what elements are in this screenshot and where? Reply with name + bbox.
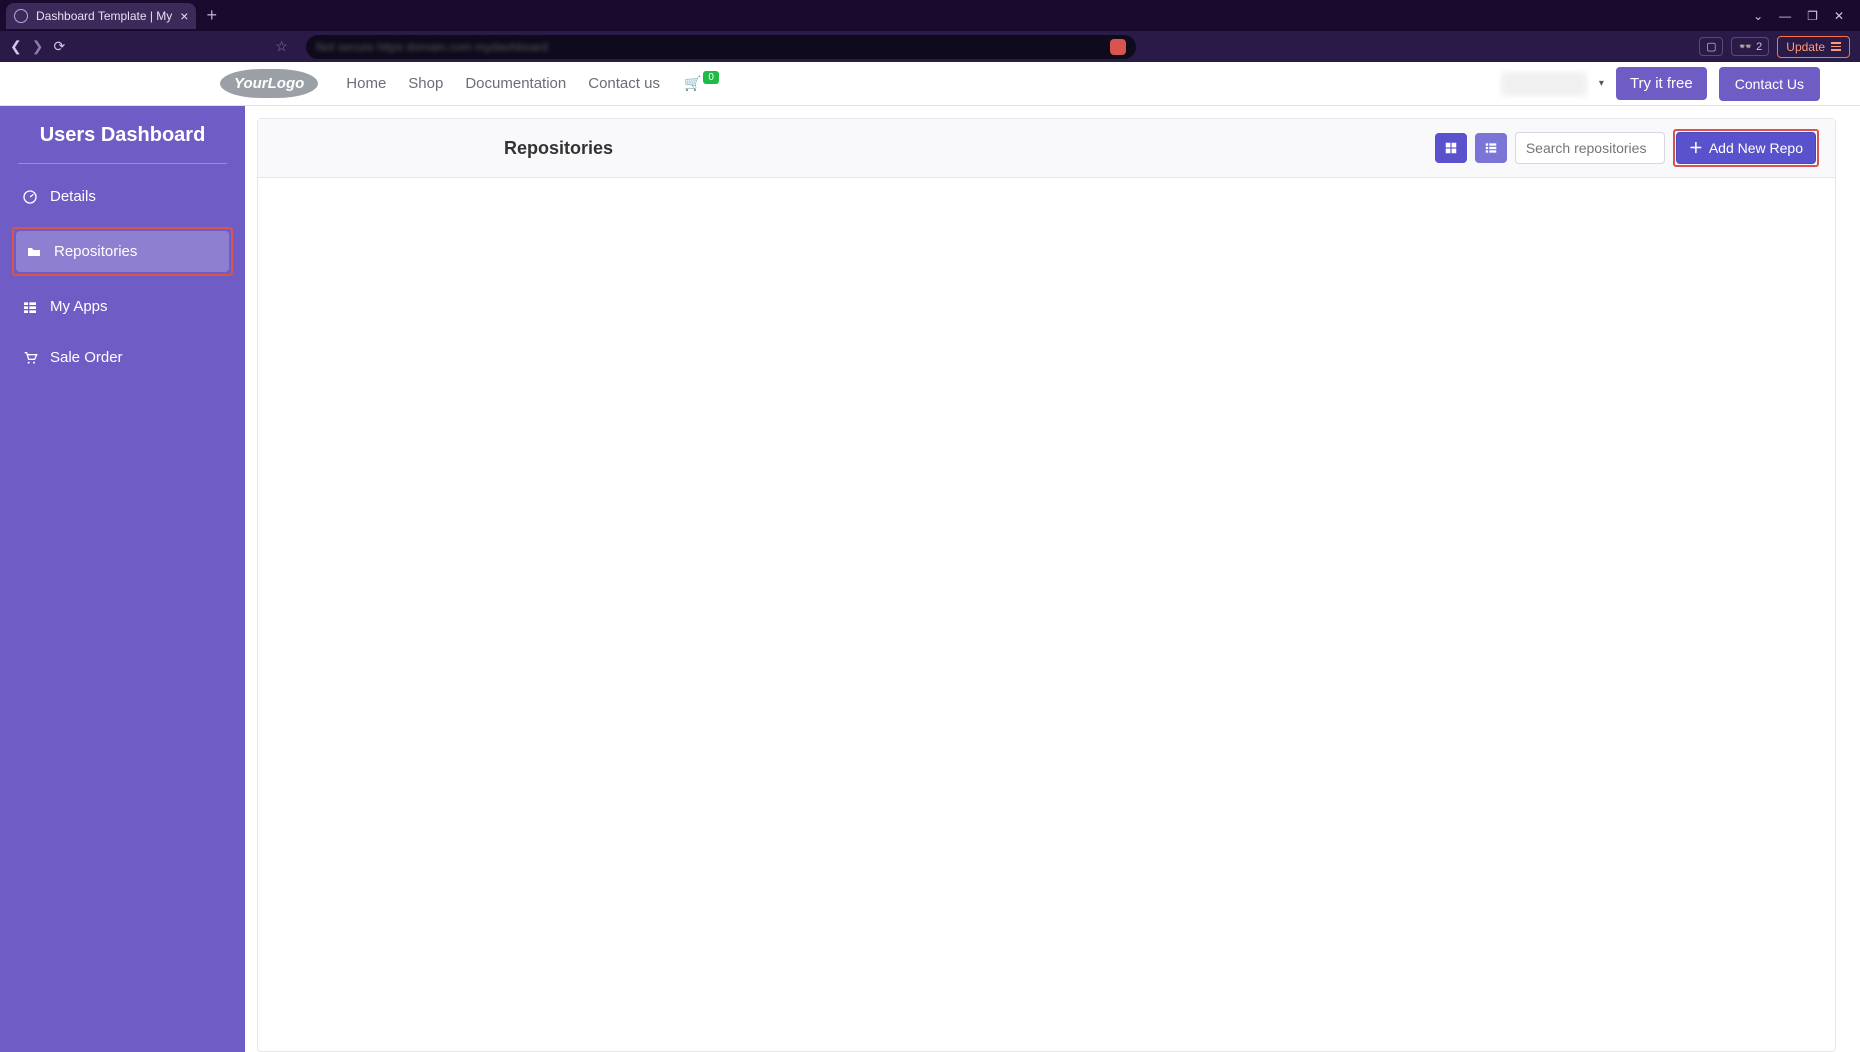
try-it-free-button[interactable]: Try it free [1616, 67, 1707, 100]
reload-button[interactable]: ⟳ [53, 38, 65, 55]
dashboard-icon [22, 189, 38, 205]
url-text: Not secure https domain.com mydashboard [316, 40, 548, 54]
cart-button[interactable]: 🛒 0 [684, 75, 719, 92]
forward-button[interactable]: ❯ [32, 38, 44, 55]
user-dropdown[interactable] [1501, 72, 1587, 96]
update-button[interactable]: Update [1777, 36, 1850, 58]
glasses-icon: 👓 [1738, 40, 1752, 53]
view-list-button[interactable] [1475, 133, 1507, 163]
page-body: Users Dashboard Details Repositories My … [0, 106, 1860, 1052]
update-label: Update [1786, 40, 1825, 54]
sidebar-item-sale-order[interactable]: Sale Order [12, 337, 233, 378]
back-button[interactable]: ❮ [10, 38, 22, 55]
new-tab-button[interactable]: + [206, 5, 217, 26]
grid-icon [22, 299, 38, 315]
grid-view-icon [1444, 141, 1458, 155]
cart-icon [22, 350, 38, 366]
bookmark-icon[interactable]: ☆ [275, 38, 288, 55]
sidebar-item-my-apps[interactable]: My Apps [12, 286, 233, 327]
top-nav-links: Home Shop Documentation Contact us [346, 75, 660, 92]
plus-icon: ＋ [1689, 138, 1703, 158]
panel-body-empty [258, 178, 1835, 818]
browser-chrome: Dashboard Template | My × + ⌄ — ❐ ✕ ❮ ❯ … [0, 0, 1860, 62]
sidebar-title: Users Dashboard [12, 124, 233, 163]
cart-count: 0 [703, 71, 719, 84]
sidebar-item-label: Details [50, 188, 96, 205]
reader-count[interactable]: 👓 2 [1731, 37, 1769, 56]
url-field[interactable]: Not secure https domain.com mydashboard [306, 35, 1136, 59]
sidebar-item-label: Repositories [54, 243, 137, 260]
panel-toolbar: ＋ Add New Repo [1435, 129, 1819, 167]
brave-shield-icon[interactable] [1110, 39, 1126, 55]
reader-count-value: 2 [1756, 41, 1762, 53]
nav-documentation[interactable]: Documentation [465, 75, 566, 92]
panel-header: Repositories ＋ Add New Repo [258, 119, 1835, 178]
nav-home[interactable]: Home [346, 75, 386, 92]
tab-close-icon[interactable]: × [180, 8, 188, 24]
panel-title: Repositories [504, 138, 613, 159]
site-top-nav: YourLogo Home Shop Documentation Contact… [0, 62, 1860, 106]
tab-favicon-icon [14, 9, 28, 23]
sidebar-item-details[interactable]: Details [12, 176, 233, 217]
contact-us-button[interactable]: Contact Us [1719, 67, 1820, 101]
main-content: Repositories ＋ Add New Repo [245, 106, 1860, 1052]
sidebar: Users Dashboard Details Repositories My … [0, 106, 245, 1052]
sidebar-divider [18, 163, 227, 164]
search-repositories-input[interactable] [1515, 132, 1665, 164]
nav-contact-us[interactable]: Contact us [588, 75, 660, 92]
menu-icon [1831, 42, 1841, 51]
add-new-repo-label: Add New Repo [1709, 140, 1803, 156]
tabs-dropdown-icon[interactable]: ⌄ [1753, 9, 1763, 23]
tab-bar: Dashboard Template | My × + ⌄ — ❐ ✕ [0, 0, 1860, 31]
sidebar-item-label: My Apps [50, 298, 108, 315]
sidebar-item-label: Sale Order [50, 349, 123, 366]
tab-title: Dashboard Template | My [36, 9, 172, 23]
list-view-icon [1484, 141, 1498, 155]
address-bar: ❮ ❯ ⟳ ☆ Not secure https domain.com myda… [0, 31, 1860, 62]
cart-icon: 🛒 [684, 75, 701, 92]
folder-open-icon [26, 244, 42, 260]
sidebar-toggle-icon[interactable]: ▢ [1699, 37, 1723, 56]
browser-right-tools: ▢ 👓 2 Update [1699, 36, 1850, 58]
minimize-icon[interactable]: — [1779, 9, 1791, 23]
site-logo[interactable]: YourLogo [220, 69, 318, 98]
add-new-repo-highlight: ＋ Add New Repo [1673, 129, 1819, 167]
sidebar-item-repositories-highlight: Repositories [12, 227, 233, 276]
window-controls: ⌄ — ❐ ✕ [1753, 9, 1854, 23]
browser-tab[interactable]: Dashboard Template | My × [6, 3, 196, 29]
sidebar-item-repositories[interactable]: Repositories [16, 231, 229, 272]
view-grid-button[interactable] [1435, 133, 1467, 163]
maximize-icon[interactable]: ❐ [1807, 9, 1818, 23]
close-window-icon[interactable]: ✕ [1834, 9, 1844, 23]
nav-shop[interactable]: Shop [408, 75, 443, 92]
add-new-repo-button[interactable]: ＋ Add New Repo [1676, 132, 1816, 164]
repositories-panel: Repositories ＋ Add New Repo [257, 118, 1836, 1052]
chevron-down-icon[interactable]: ▾ [1599, 78, 1604, 89]
